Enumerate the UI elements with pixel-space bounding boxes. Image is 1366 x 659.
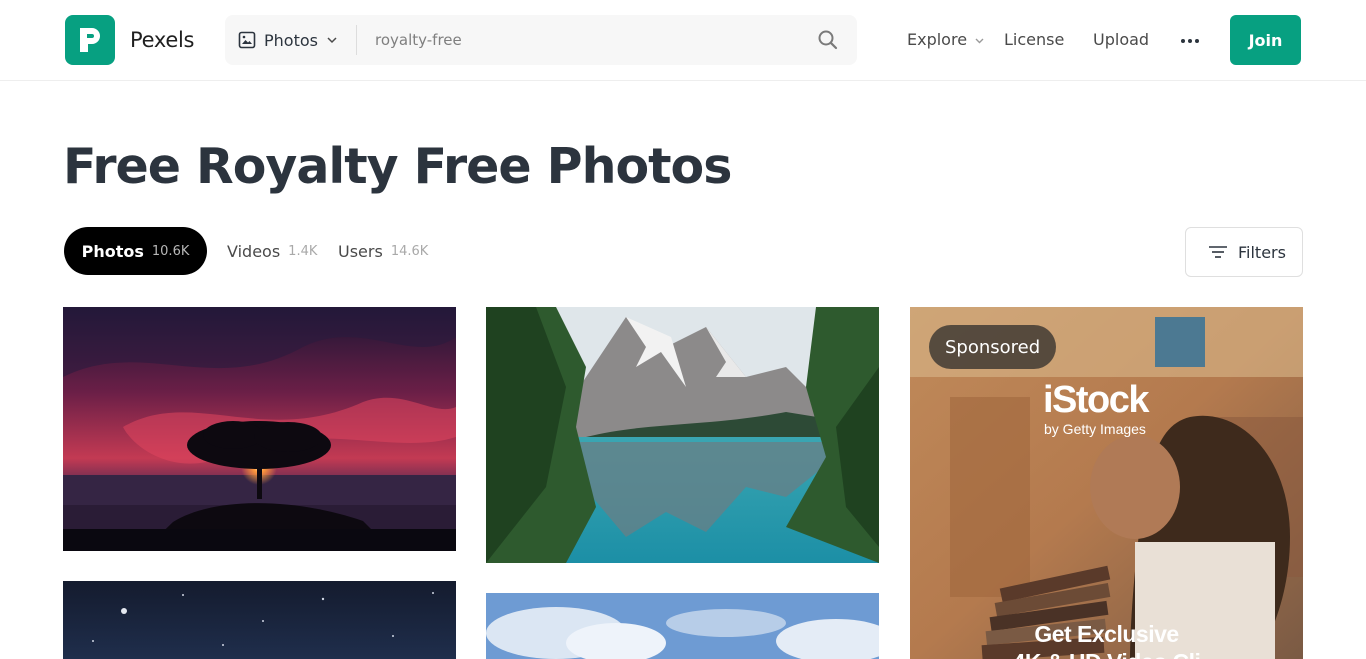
nav-license[interactable]: License bbox=[1004, 30, 1064, 49]
search-bar: Photos bbox=[225, 15, 857, 65]
ad-headline: Get Exclusive bbox=[1034, 621, 1179, 647]
tab-label: Videos bbox=[227, 241, 281, 261]
tab-videos[interactable]: Videos 1.4K bbox=[227, 227, 317, 275]
search-divider bbox=[356, 25, 357, 55]
tab-photos[interactable]: Photos 10.6K bbox=[64, 227, 207, 275]
image-icon bbox=[238, 31, 256, 49]
photo-tree-sunset[interactable] bbox=[63, 307, 456, 551]
sponsored-badge: Sponsored bbox=[929, 325, 1057, 369]
search-input[interactable] bbox=[375, 25, 795, 55]
getty-tagline: by Getty Images bbox=[1044, 421, 1146, 437]
more-dots-icon[interactable] bbox=[1180, 38, 1200, 44]
sponsored-ad[interactable]: Sponsored iStock by Getty Images Get Exc… bbox=[910, 307, 1303, 659]
istock-logo: iStock bbox=[1043, 379, 1150, 421]
filters-button[interactable]: Filters bbox=[1185, 227, 1303, 277]
chevron-down-icon bbox=[327, 37, 337, 44]
ad-subheadline: 4K & HD Video Cli bbox=[910, 649, 1303, 659]
search-type-dropdown[interactable]: Photos bbox=[225, 15, 356, 65]
tab-label: Photos bbox=[81, 241, 144, 261]
join-button[interactable]: Join bbox=[1230, 15, 1301, 65]
photo-mountain-lake[interactable] bbox=[486, 307, 879, 563]
tab-label: Users bbox=[338, 241, 383, 261]
tab-count: 1.4K bbox=[288, 243, 318, 259]
photo-sky-clouds[interactable] bbox=[486, 593, 879, 659]
nav-upload[interactable]: Upload bbox=[1093, 30, 1149, 49]
filter-icon bbox=[1209, 246, 1227, 258]
page-title: Free Royalty Free Photos bbox=[63, 138, 732, 195]
tab-count: 14.6K bbox=[390, 243, 429, 259]
chevron-down-icon[interactable] bbox=[974, 35, 985, 46]
photo-night-sky[interactable] bbox=[63, 581, 456, 659]
top-header: Pexels Photos Explore License Upload J bbox=[0, 0, 1366, 81]
nav-explore[interactable]: Explore bbox=[907, 30, 967, 49]
search-type-label: Photos bbox=[264, 30, 318, 50]
filters-label: Filters bbox=[1238, 242, 1286, 262]
tab-count: 10.6K bbox=[151, 243, 190, 259]
brand-name[interactable]: Pexels bbox=[130, 28, 194, 52]
search-icon[interactable] bbox=[817, 29, 839, 51]
pexels-logo-icon[interactable] bbox=[65, 15, 115, 65]
tab-users[interactable]: Users 14.6K bbox=[338, 227, 428, 275]
